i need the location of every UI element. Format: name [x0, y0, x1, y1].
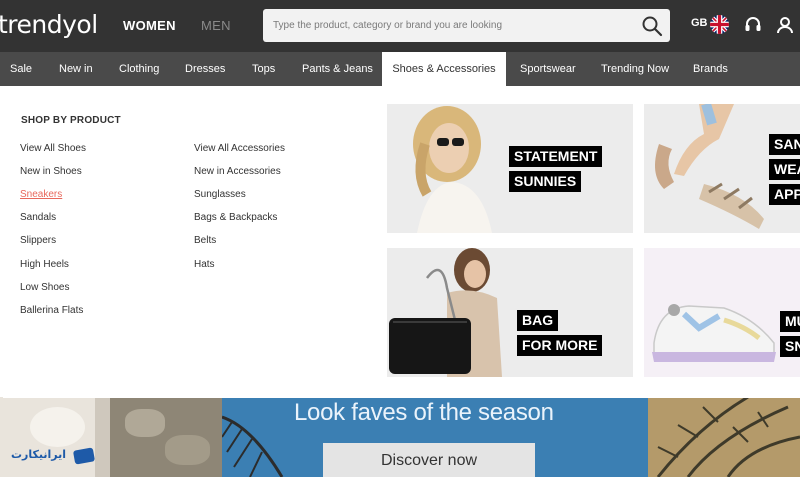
search-button[interactable]: [640, 14, 664, 38]
palm-leaf-graphic: [222, 415, 284, 477]
category-nav: Sale New in Clothing Dresses Tops Pants …: [0, 52, 800, 86]
nav-trending-now[interactable]: Trending Now: [601, 52, 669, 86]
uk-flag-icon[interactable]: [710, 15, 729, 34]
hero-promo: Look faves of the season Discover now: [222, 397, 648, 477]
search-input[interactable]: [273, 16, 633, 35]
promo-label-line: BAG: [517, 310, 559, 331]
menu-link-ballerina-flats[interactable]: Ballerina Flats: [20, 305, 83, 316]
promo-label-line: WEA: [769, 159, 800, 180]
menu-link-high-heels[interactable]: High Heels: [20, 259, 69, 270]
menu-heading: SHOP BY PRODUCT: [21, 115, 121, 126]
sandals-image: [655, 104, 764, 229]
promo-label-line: MU: [780, 311, 800, 332]
promo-sunnies[interactable]: STATEMENT SUNNIES: [387, 104, 633, 233]
tab-women[interactable]: WOMEN: [123, 18, 176, 33]
promo-label-line: SAN: [769, 134, 800, 155]
menu-link-sunglasses[interactable]: Sunglasses: [194, 189, 246, 200]
nav-sportswear[interactable]: Sportswear: [520, 52, 576, 86]
promo-label-line: APP: [769, 184, 800, 205]
hero-right-image: [648, 397, 800, 477]
promo-sandals[interactable]: SAN WEA APP: [644, 104, 800, 233]
hero-banner: Look faves of the season Discover now: [0, 397, 800, 477]
sneaker-image: [652, 304, 776, 362]
promo-label-line: FOR MORE: [517, 335, 603, 356]
nav-brands[interactable]: Brands: [693, 52, 728, 86]
watermark-text: ایرانیکارت: [11, 449, 67, 461]
headset-icon[interactable]: [743, 15, 763, 35]
trendyol-logo[interactable]: trendyol: [0, 10, 98, 39]
menu-link-sneakers[interactable]: Sneakers: [20, 189, 62, 200]
discover-now-button[interactable]: Discover now: [323, 443, 535, 477]
menu-link-slippers[interactable]: Slippers: [20, 235, 56, 246]
nav-new-in[interactable]: New in: [59, 52, 93, 86]
nav-clothing[interactable]: Clothing: [119, 52, 159, 86]
promo-label-line: STATEMENT: [509, 146, 603, 167]
menu-link-new-in-shoes[interactable]: New in Shoes: [20, 166, 82, 177]
menu-link-hats[interactable]: Hats: [194, 259, 215, 270]
nav-tops[interactable]: Tops: [252, 52, 275, 86]
menu-link-bags-backpacks[interactable]: Bags & Backpacks: [194, 212, 277, 223]
nav-pants-jeans[interactable]: Pants & Jeans: [302, 52, 373, 86]
menu-link-view-all-accessories[interactable]: View All Accessories: [194, 143, 285, 154]
menu-link-belts[interactable]: Belts: [194, 235, 216, 246]
watermark-logo: ایرانیکارت: [3, 442, 99, 472]
promo-sneakers[interactable]: MU SN: [644, 248, 800, 377]
menu-link-sandals[interactable]: Sandals: [20, 212, 56, 223]
menu-link-new-in-accessories[interactable]: New in Accessories: [194, 166, 281, 177]
nav-dresses[interactable]: Dresses: [185, 52, 225, 86]
promo-label-line: SN: [780, 336, 800, 357]
nav-sale[interactable]: Sale: [10, 52, 32, 86]
user-icon[interactable]: [775, 15, 795, 35]
locale-code[interactable]: GB: [691, 17, 708, 29]
model-bag-image: [389, 248, 502, 377]
card-icon: [73, 447, 95, 465]
hero-title: Look faves of the season: [294, 399, 554, 426]
menu-link-view-all-shoes[interactable]: View All Shoes: [20, 143, 86, 154]
search-bar: [263, 9, 670, 42]
model-sunglasses-image: [413, 106, 492, 233]
promo-label-line: SUNNIES: [509, 171, 582, 192]
shoes-accessories-dropdown: SHOP BY PRODUCT View All Shoes New in Sh…: [3, 86, 800, 398]
promo-bags[interactable]: BAG FOR MORE: [387, 248, 633, 377]
menu-link-low-shoes[interactable]: Low Shoes: [20, 282, 69, 293]
nav-shoes-accessories[interactable]: Shoes & Accessories: [382, 52, 506, 86]
tab-men[interactable]: MEN: [201, 18, 231, 33]
search-icon: [642, 16, 663, 37]
top-header: trendyol WOMEN MEN GB: [0, 0, 800, 52]
